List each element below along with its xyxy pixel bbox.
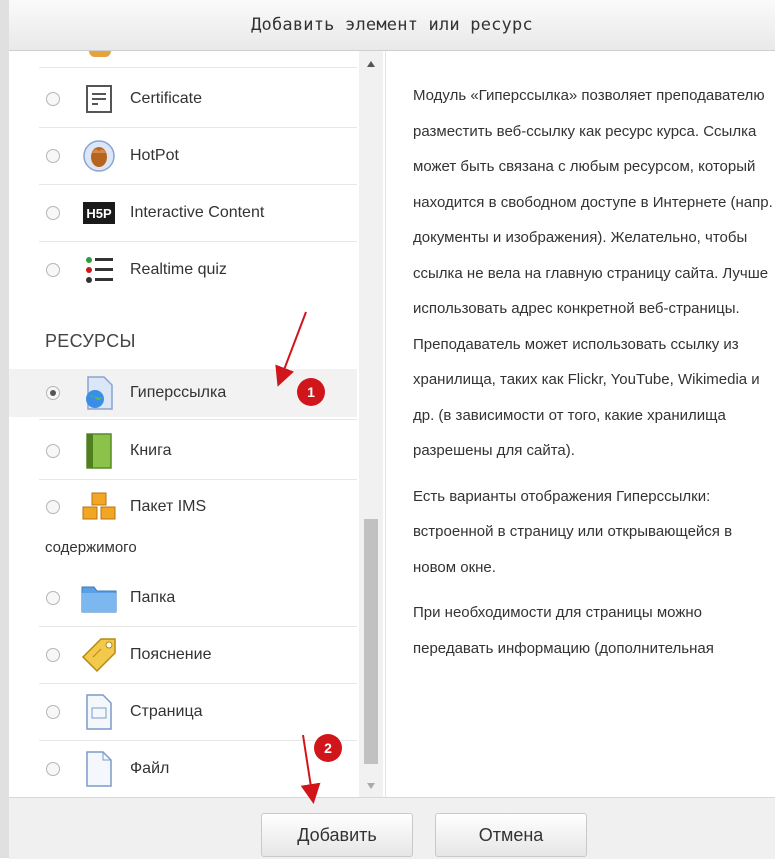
scroll-up-arrow-icon[interactable] [367,61,375,67]
radio-certificate[interactable] [46,92,60,106]
module-item-ims-package[interactable]: Пакет IMS [9,479,357,535]
page-icon [81,694,117,730]
module-label-wrap: содержимого [45,539,137,556]
label-icon [81,637,117,673]
annotation-badge-1: 1 [297,378,325,406]
module-label: Пакет IMS [130,498,207,515]
module-item-realtime-quiz[interactable]: Realtime quiz [9,242,357,298]
add-activity-dialog: Добавить элемент или ресурс Certificate [9,0,775,859]
scroll-down-arrow-icon[interactable] [367,783,375,789]
radio-file[interactable] [46,762,60,776]
book-icon [81,433,117,469]
hotpot-icon [81,138,117,174]
radio-realtime-quiz[interactable] [46,263,60,277]
list-divider [39,419,357,420]
scrollbar-thumb[interactable] [364,519,378,764]
module-label: Certificate [130,90,203,107]
description-paragraph: Модуль «Гиперссылка» позволяет преподава… [413,87,773,459]
ims-package-icon [81,489,117,525]
list-divider [39,67,357,68]
radio-label[interactable] [46,648,60,662]
module-item-certificate[interactable]: Certificate [9,71,357,127]
module-label: Гиперссылка [130,384,227,401]
annotation-badge-2: 2 [314,734,342,762]
radio-ims-package[interactable] [46,500,60,514]
module-label: Файл [130,760,170,777]
add-button[interactable]: Добавить [261,813,413,857]
radio-page[interactable] [46,705,60,719]
svg-text:H5P: H5P [86,206,112,221]
realtime-quiz-icon [81,252,117,288]
section-resources-heading: РЕСУРСЫ [45,331,136,351]
module-label: Страница [130,703,203,720]
module-label: Книга [130,442,172,459]
file-icon [81,751,117,787]
radio-hotpot[interactable] [46,149,60,163]
window-left-edge [0,0,9,858]
module-label: Interactive Content [130,204,265,221]
pane-divider [385,51,386,797]
radio-book[interactable] [46,444,60,458]
module-list-pane[interactable]: Certificate HotPot H5P Interactive Conte… [9,51,385,797]
dialog-title: Добавить элемент или ресурс [9,0,775,51]
url-icon [81,375,117,411]
module-item-interactive-content[interactable]: H5P Interactive Content [9,185,357,241]
radio-folder[interactable] [46,591,60,605]
folder-icon [81,580,117,616]
module-item-book[interactable]: Книга [9,423,357,479]
module-item-file[interactable]: Файл [9,741,357,797]
description-paragraph: Есть варианты отображения Гиперссылки: в… [413,487,733,576]
dialog-footer: Добавить Отмена [9,797,775,859]
module-item-hotpot[interactable]: HotPot [9,128,357,184]
module-label: Пояснение [130,646,212,663]
module-label: Realtime quiz [130,261,227,278]
h5p-icon: H5P [81,195,117,231]
module-item-page[interactable]: Страница [9,684,357,740]
list-scrollbar[interactable] [359,51,383,797]
partial-module-icon [89,51,111,57]
radio-url[interactable] [46,386,60,400]
certificate-icon [81,81,117,117]
description-paragraph: При необходимости для страницы можно пер… [413,604,714,657]
module-item-label[interactable]: Пояснение [9,627,357,683]
radio-interactive-content[interactable] [46,206,60,220]
module-description: Модуль «Гиперссылка» позволяет преподава… [413,78,775,797]
module-label: Папка [130,589,176,606]
module-label: HotPot [130,147,179,164]
module-item-folder[interactable]: Папка [9,570,357,626]
cancel-button[interactable]: Отмена [435,813,587,857]
